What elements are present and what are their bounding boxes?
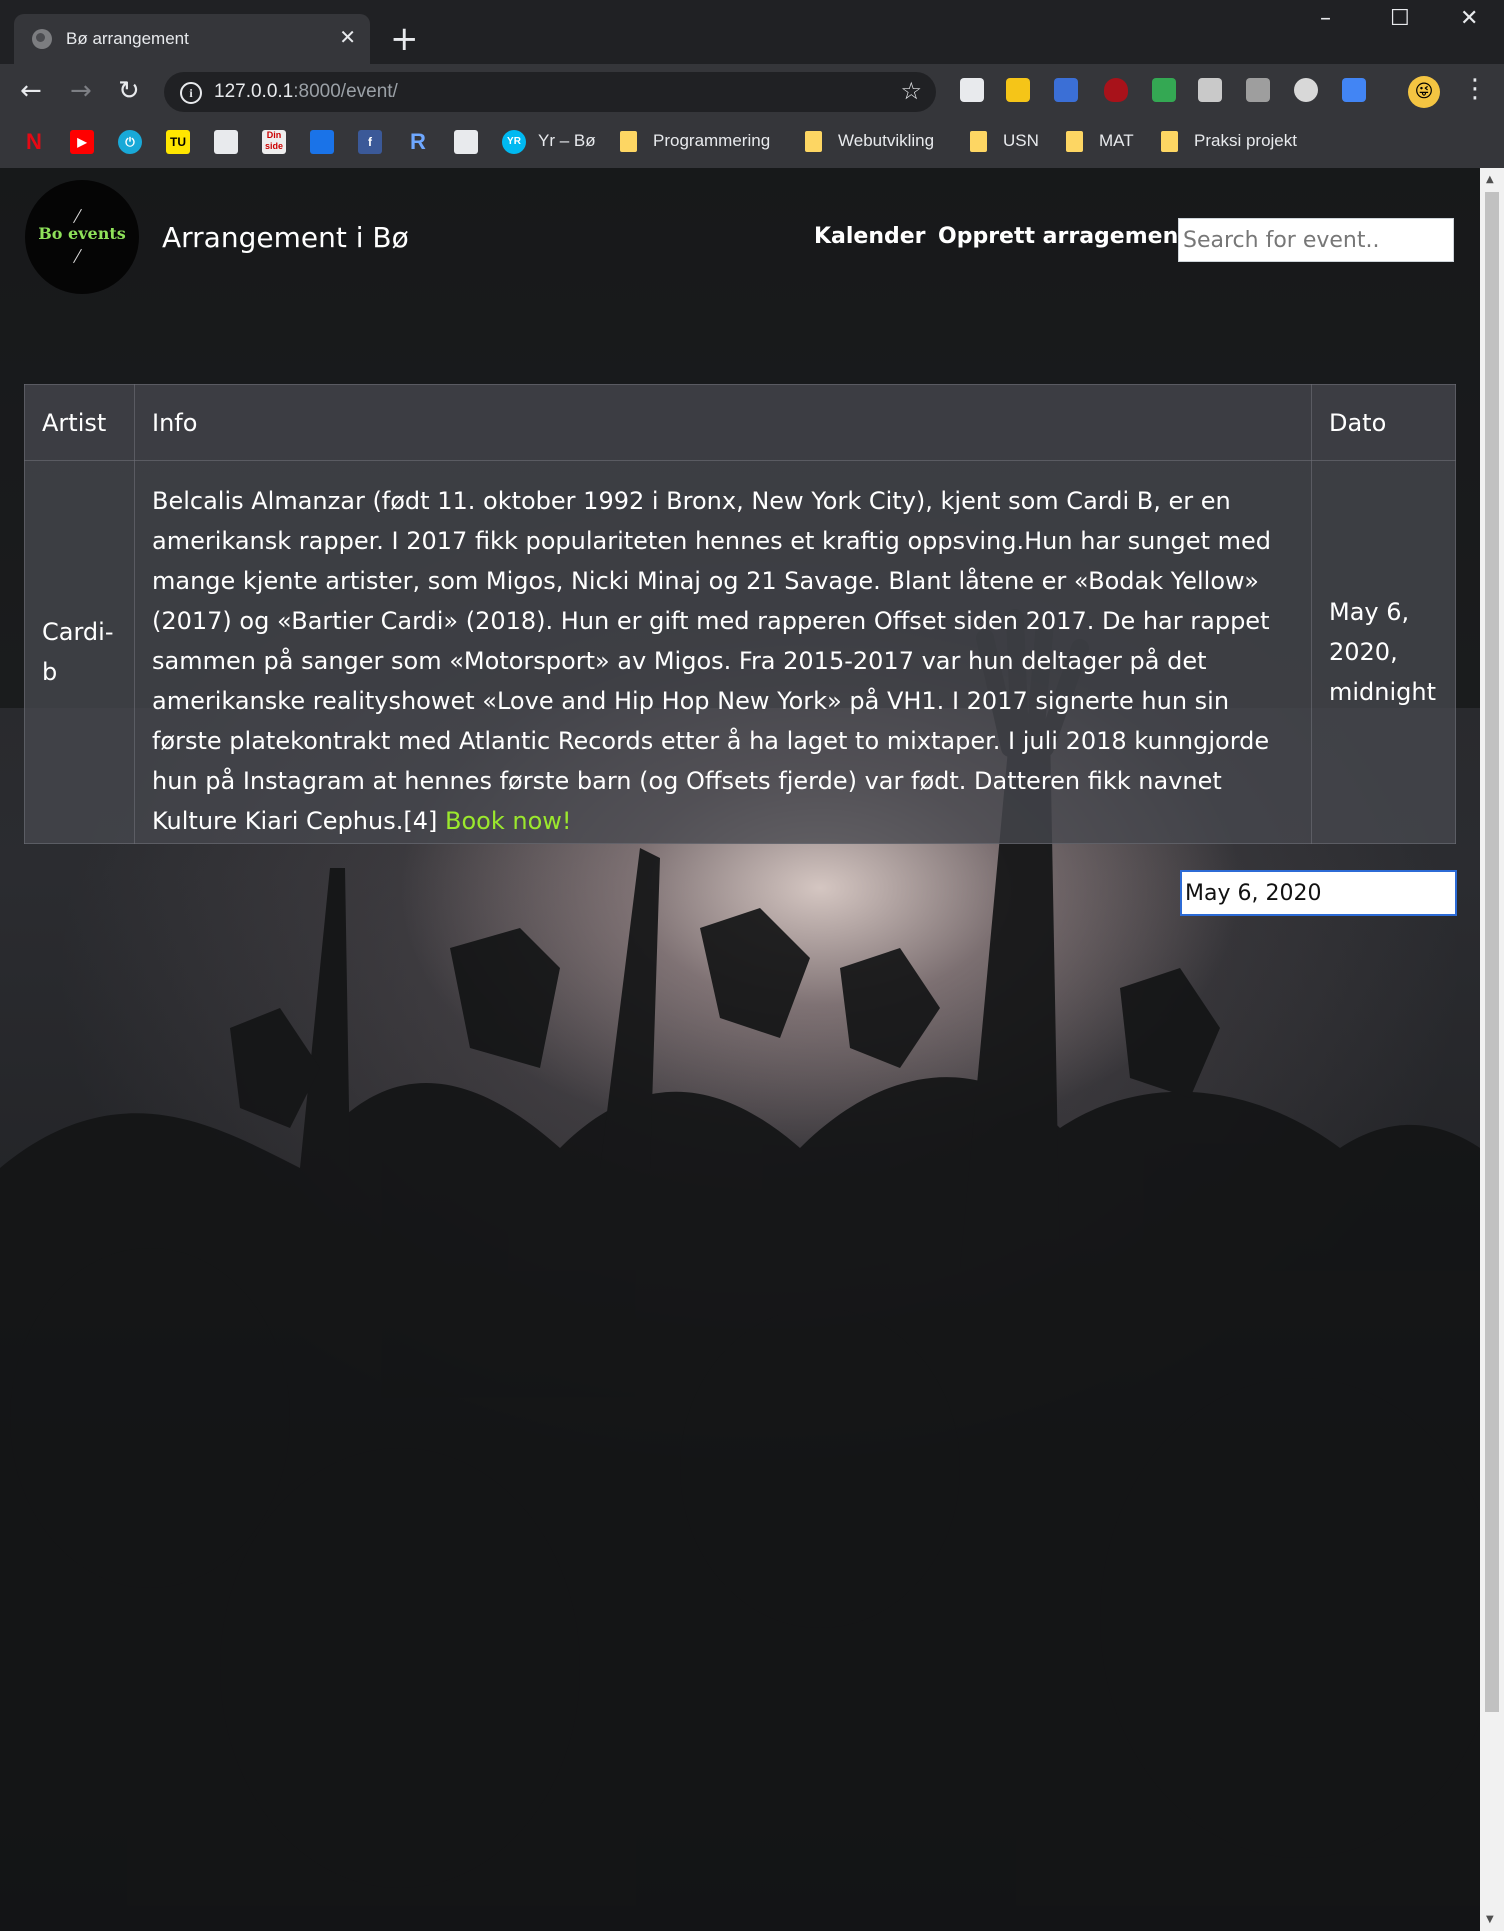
nav-opprett-arrangement[interactable]: Opprett arragement — [938, 222, 1189, 252]
vertical-scrollbar[interactable]: ▲ ▼ — [1480, 168, 1504, 1931]
browser-tab[interactable]: Bø arrangement ✕ — [14, 14, 370, 64]
bookmark-webutvikling[interactable]: Webutvikling — [838, 129, 934, 153]
tab-title: Bø arrangement — [66, 29, 189, 48]
logo-slash — [73, 208, 82, 224]
extension-icon[interactable] — [1054, 78, 1078, 102]
nav-kalender[interactable]: Kalender — [814, 222, 926, 252]
cell-artist: Cardi-b — [24, 460, 135, 844]
folder-icon — [1066, 131, 1083, 152]
reload-icon[interactable]: ↻ — [118, 77, 140, 105]
scrollbar-thumb[interactable] — [1485, 192, 1499, 1712]
bookmark-site-icon[interactable] — [454, 130, 478, 154]
back-icon[interactable]: ← — [20, 77, 42, 105]
netflix-icon[interactable]: N — [22, 130, 46, 154]
table-header-row: Artist Info Dato — [24, 384, 1457, 461]
browser-chrome: Bø arrangement ✕ + – ☐ ✕ ← → ↻ i 127.0.0… — [0, 0, 1504, 169]
dinside-icon[interactable]: Din side — [262, 130, 286, 154]
menu-icon[interactable]: ⋮ — [1462, 74, 1488, 104]
header-info: Info — [133, 384, 1312, 461]
yr-icon[interactable]: YR — [502, 130, 526, 154]
extension-icon[interactable] — [1152, 78, 1176, 102]
info-icon[interactable]: i — [180, 82, 202, 104]
r-icon[interactable]: R — [406, 130, 430, 154]
info-text: Belcalis Almanzar (født 11. oktober 1992… — [151, 487, 1271, 835]
logo-text: Bo events — [38, 224, 126, 243]
forward-icon[interactable]: → — [70, 77, 92, 105]
tab-strip: Bø arrangement ✕ + – ☐ ✕ — [0, 0, 1504, 64]
book-icon[interactable] — [310, 130, 334, 154]
close-window-icon[interactable]: ✕ — [1460, 6, 1478, 31]
youtube-icon[interactable]: ▶ — [70, 130, 94, 154]
extension-icon[interactable] — [1246, 78, 1270, 102]
bookmark-mat[interactable]: MAT — [1099, 129, 1134, 153]
url-text: 127.0.0.1:8000/event/ — [214, 81, 398, 102]
translate-icon[interactable] — [1342, 78, 1366, 102]
ublock-icon[interactable] — [1104, 78, 1128, 102]
bookmark-usn[interactable]: USN — [1003, 129, 1039, 153]
extension-icon[interactable] — [1198, 78, 1222, 102]
folder-icon — [1161, 131, 1178, 152]
events-table: Artist Info Dato Cardi-b Belcalis Almanz… — [24, 384, 1457, 844]
tu-icon[interactable]: TU — [166, 130, 190, 154]
new-tab-icon[interactable]: + — [390, 20, 419, 58]
facebook-icon[interactable]: f — [358, 130, 382, 154]
date-filter-input[interactable] — [1180, 870, 1457, 916]
minimize-icon[interactable]: – — [1320, 6, 1331, 31]
extension-icon[interactable] — [960, 78, 984, 102]
search-input[interactable] — [1178, 218, 1454, 262]
profile-avatar[interactable]: 😜 — [1408, 76, 1440, 108]
scroll-up-icon[interactable]: ▲ — [1486, 174, 1494, 185]
maximize-icon[interactable]: ☐ — [1390, 6, 1410, 31]
close-tab-icon[interactable]: ✕ — [339, 25, 356, 49]
cell-info: Belcalis Almanzar (født 11. oktober 1992… — [133, 460, 1312, 844]
download-icon[interactable] — [1294, 78, 1318, 102]
address-bar[interactable]: i 127.0.0.1:8000/event/ ☆ — [164, 72, 936, 112]
cell-date: May 6, 2020, midnight — [1310, 460, 1457, 844]
browser-toolbar: ← → ↻ i 127.0.0.1:8000/event/ ☆ 😜 ⋮ — [0, 64, 1504, 120]
extension-icon[interactable] — [1006, 78, 1030, 102]
bookmark-site-icon[interactable] — [214, 130, 238, 154]
header-artist: Artist — [24, 384, 135, 461]
power-icon[interactable]: ⏻ — [118, 130, 142, 154]
header-date: Dato — [1310, 384, 1457, 461]
folder-icon — [805, 131, 822, 152]
scroll-down-icon[interactable]: ▼ — [1486, 1914, 1494, 1925]
bookmark-star-icon[interactable]: ☆ — [900, 77, 922, 105]
logo-slash — [73, 248, 82, 264]
site-logo[interactable]: Bo events — [25, 180, 139, 294]
folder-icon — [970, 131, 987, 152]
folder-icon — [620, 131, 637, 152]
bookmark-praksi-projekt[interactable]: Praksi projekt — [1194, 129, 1297, 153]
bookmark-programmering[interactable]: Programmering — [653, 129, 770, 153]
page-viewport: Bo events Arrangement i Bø Kalender Oppr… — [0, 168, 1480, 1931]
site-title[interactable]: Arrangement i Bø — [162, 220, 409, 256]
book-now-link[interactable]: Book now! — [445, 807, 572, 835]
bookmark-yr-bo[interactable]: Yr – Bø — [538, 129, 596, 153]
table-row: Cardi-b Belcalis Almanzar (født 11. okto… — [24, 460, 1457, 844]
globe-icon — [32, 29, 52, 49]
